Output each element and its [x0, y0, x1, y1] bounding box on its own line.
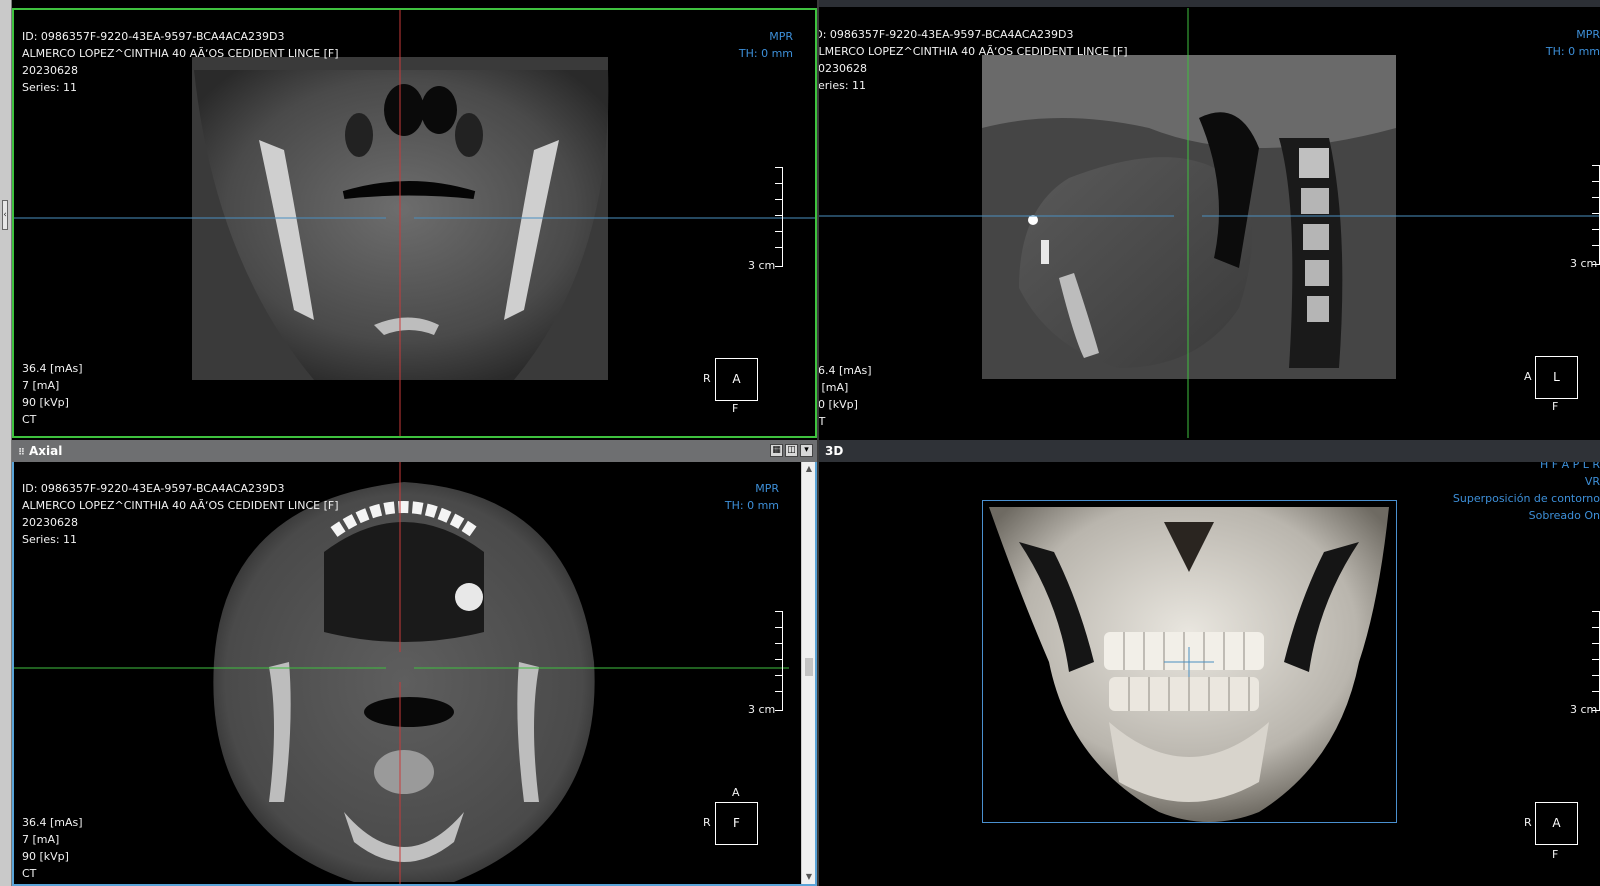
- vr-bounding-box: [982, 500, 1397, 823]
- mpr-info-block: MPR TH: 0 mm: [1546, 26, 1600, 60]
- scroll-down-arrow-icon[interactable]: ▼: [804, 872, 814, 882]
- coronal-viewport[interactable]: ID: 0986357F-9220-43EA-9597-BCA4ACA239D3…: [12, 8, 817, 438]
- series-number: Series: 11: [22, 533, 78, 546]
- mpr-mode: MPR: [1576, 28, 1600, 41]
- orientation-top-label: A: [732, 786, 740, 799]
- vr-panel-header[interactable]: 3D: [819, 440, 1600, 462]
- panel-toolbar: ▦ ◫ ▾: [770, 444, 813, 457]
- patient-name: ALMERCO LOPEZ^CINTHIA 40 AÃ‘OS CEDIDENT …: [22, 47, 339, 60]
- scale-bar-label: 3 cm: [1570, 257, 1598, 270]
- study-date: 20230628: [819, 62, 867, 75]
- left-collapse-strip[interactable]: ‹: [0, 0, 12, 886]
- study-date: 20230628: [22, 516, 78, 529]
- patient-id: ID: 0986357F-9220-43EA-9597-BCA4ACA239D3: [22, 30, 285, 43]
- modality: CT: [22, 413, 37, 426]
- drag-grip-icon[interactable]: ⠿: [18, 442, 26, 464]
- patient-id: ID: 0986357F-9220-43EA-9597-BCA4ACA239D3: [819, 28, 1074, 41]
- scroll-up-arrow-icon[interactable]: ▲: [804, 464, 814, 474]
- acquisition-info-block: 36.4 [mAs] 7 [mA] 90 [kVp] CT: [819, 362, 872, 430]
- mpr-mode: MPR: [769, 30, 793, 43]
- orientation-bottom-label: F: [732, 402, 739, 415]
- patient-info-block: ID: 0986357F-9220-43EA-9597-BCA4ACA239D3…: [22, 28, 339, 96]
- patient-name: ALMERCO LOPEZ^CINTHIA 40 AÃ‘OS CEDIDENT …: [819, 45, 1128, 58]
- scale-bar-label: 3 cm: [748, 703, 776, 716]
- vr-info-block: H F A P L R VR Superposición de contorno…: [1453, 462, 1600, 524]
- collapse-handle-icon[interactable]: ‹: [2, 200, 8, 230]
- axial-panel-title: Axial: [29, 444, 63, 458]
- tube-current-time: 36.4 [mAs]: [22, 816, 83, 829]
- acquisition-info-block: 36.4 [mAs] 7 [mA] 90 [kVp] CT: [22, 814, 83, 882]
- slice-scrollbar[interactable]: ▲ ▼: [801, 462, 815, 884]
- vr-direction-buttons[interactable]: H F A P L R: [1453, 462, 1600, 473]
- vr-mode: VR: [1584, 475, 1600, 488]
- scale-bar-label: 3 cm: [1570, 703, 1598, 716]
- dropdown-arrow-icon[interactable]: ▾: [800, 444, 813, 457]
- patient-name: ALMERCO LOPEZ^CINTHIA 40 AÃ‘OS CEDIDENT …: [22, 499, 339, 512]
- orientation-cube[interactable]: A: [1535, 802, 1578, 845]
- orientation-left-label: A: [1524, 370, 1532, 383]
- tube-current: 7 [mA]: [22, 833, 60, 846]
- orientation-bottom-label: F: [1552, 848, 1559, 861]
- tube-voltage: 90 [kVp]: [22, 396, 69, 409]
- sagittal-viewport[interactable]: ID: 0986357F-9220-43EA-9597-BCA4ACA239D3…: [819, 8, 1600, 438]
- vr-contour-overlay: Superposición de contorno: [1452, 492, 1600, 505]
- scale-bar-label: 3 cm: [748, 259, 776, 272]
- vr-viewport[interactable]: H F A P L R VR Superposición de contorno…: [819, 462, 1600, 886]
- tube-current-time: 36.4 [mAs]: [819, 364, 872, 377]
- layout-grid-icon[interactable]: ▦: [770, 444, 783, 457]
- scrollbar-thumb[interactable]: [805, 658, 813, 676]
- mpr-mode: MPR: [755, 482, 779, 495]
- patient-id: ID: 0986357F-9220-43EA-9597-BCA4ACA239D3: [22, 482, 285, 495]
- orientation-left-label: R: [1524, 816, 1532, 829]
- tube-current-time: 36.4 [mAs]: [22, 362, 83, 375]
- axial-viewport[interactable]: ID: 0986357F-9220-43EA-9597-BCA4ACA239D3…: [12, 462, 817, 886]
- mpr-info-block: MPR TH: 0 mm: [725, 480, 779, 514]
- study-date: 20230628: [22, 64, 78, 77]
- tube-current: 7 [mA]: [819, 381, 849, 394]
- modality: CT: [22, 867, 37, 880]
- scale-bar: [773, 167, 783, 267]
- patient-info-block: ID: 0986357F-9220-43EA-9597-BCA4ACA239D3…: [819, 26, 1128, 94]
- axial-panel-header[interactable]: ⠿ Axial ▦ ◫ ▾: [12, 440, 817, 462]
- tube-voltage: 90 [kVp]: [819, 398, 858, 411]
- scale-bar: [773, 611, 783, 711]
- top-edge-left: [12, 0, 817, 7]
- series-number: Series: 11: [819, 79, 867, 92]
- orientation-left-label: R: [703, 372, 711, 385]
- top-edge-right: [819, 0, 1600, 7]
- orientation-cube[interactable]: L: [1535, 356, 1578, 399]
- scale-bar: [1590, 165, 1600, 265]
- orientation-cube[interactable]: F: [715, 802, 758, 845]
- acquisition-info-block: 36.4 [mAs] 7 [mA] 90 [kVp] CT: [22, 360, 83, 428]
- orientation-cube[interactable]: A: [715, 358, 758, 401]
- mpr-info-block: MPR TH: 0 mm: [739, 28, 793, 62]
- vr-panel-title: 3D: [825, 444, 844, 458]
- orientation-left-label: R: [703, 816, 711, 829]
- orientation-bottom-label: F: [1552, 400, 1559, 413]
- slice-thickness: TH: 0 mm: [724, 499, 779, 512]
- window-toggle-icon[interactable]: ◫: [785, 444, 798, 457]
- vr-shading-status: Sobreado On: [1528, 509, 1600, 522]
- patient-info-block: ID: 0986357F-9220-43EA-9597-BCA4ACA239D3…: [22, 480, 339, 548]
- slice-thickness: TH: 0 mm: [738, 47, 793, 60]
- tube-current: 7 [mA]: [22, 379, 60, 392]
- tube-voltage: 90 [kVp]: [22, 850, 69, 863]
- series-number: Series: 11: [22, 81, 78, 94]
- modality: CT: [819, 415, 826, 428]
- slice-thickness: TH: 0 mm: [1545, 45, 1600, 58]
- scale-bar: [1590, 611, 1600, 711]
